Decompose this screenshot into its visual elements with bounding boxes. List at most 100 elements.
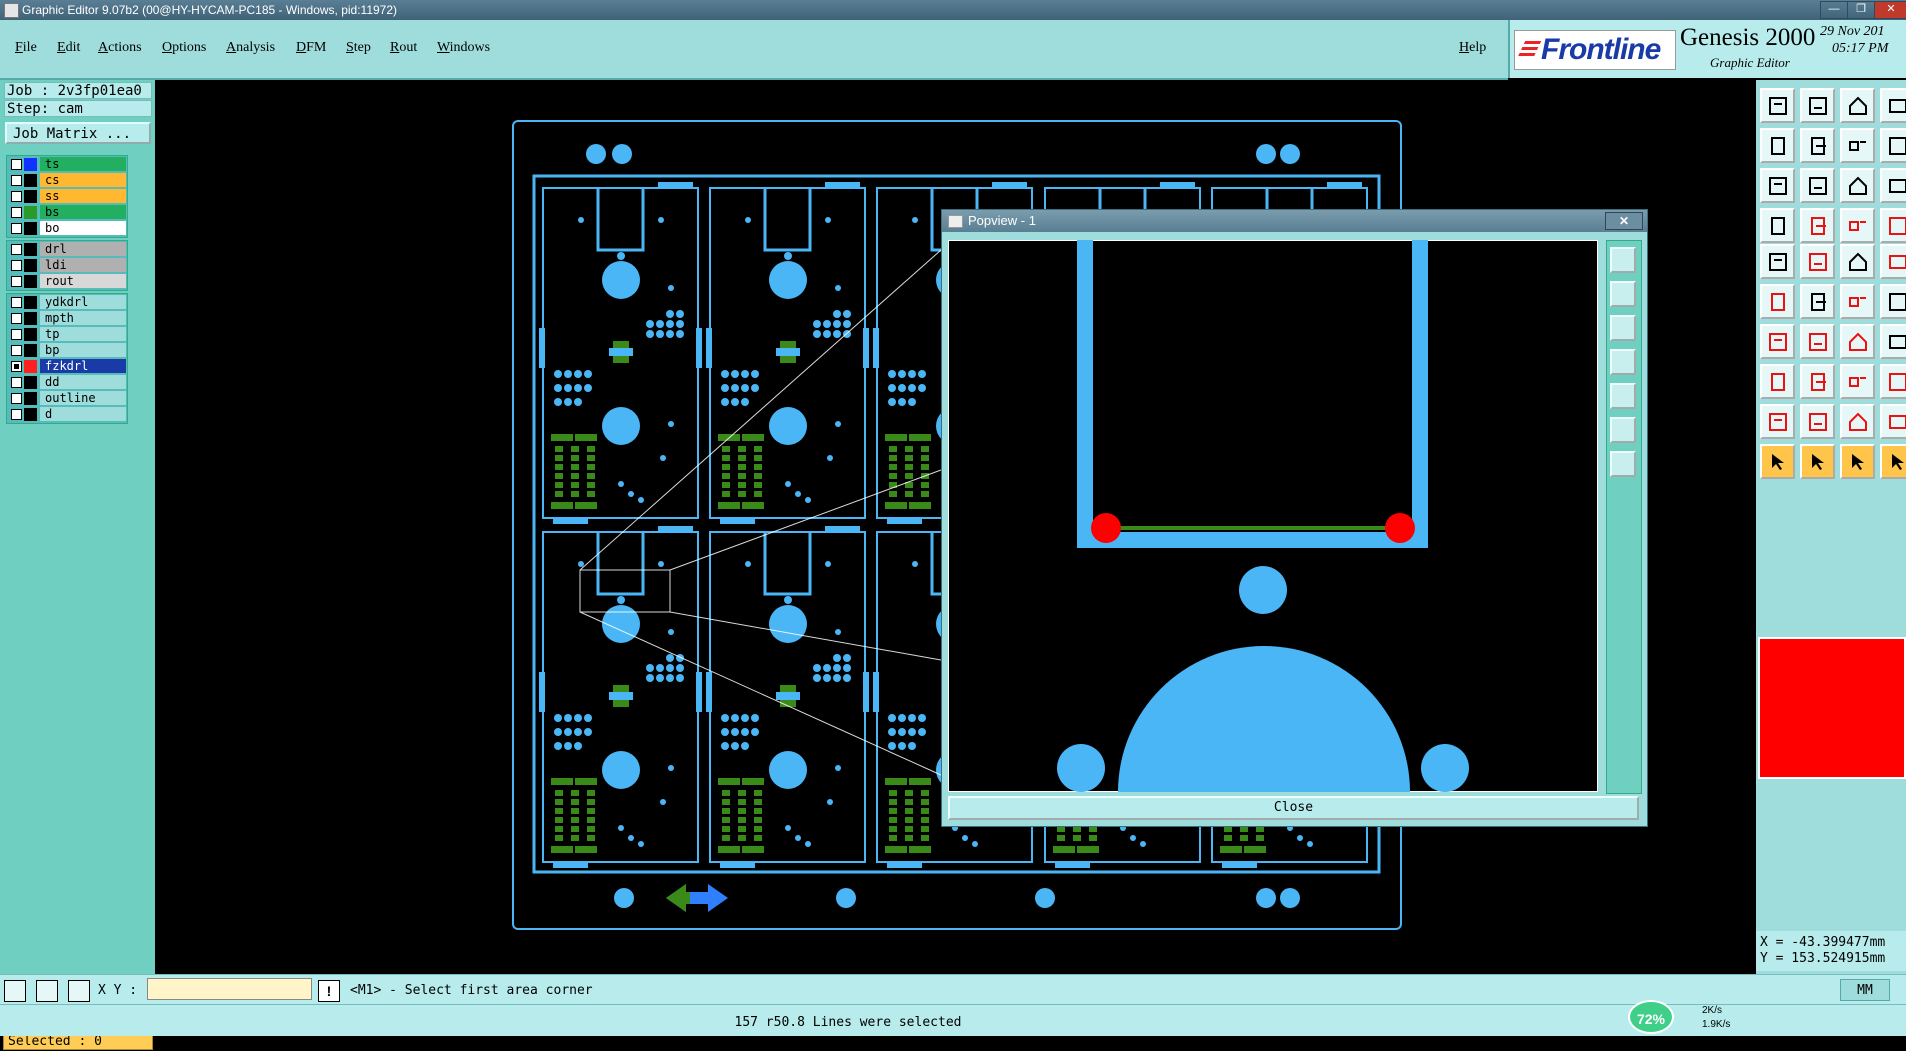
network-meter[interactable]: 72% [1628,1000,1674,1034]
layer-color-swatch[interactable] [24,222,37,235]
layer-row-ldi[interactable]: ldi [7,258,127,273]
layer-row-ss[interactable]: ss [7,189,127,204]
measure-red-icon[interactable] [1840,208,1875,243]
layer-color-swatch[interactable] [24,174,37,187]
triangle3-icon[interactable] [1840,404,1875,439]
menu-help[interactable]: Help [1459,40,1486,56]
half-icon[interactable] [1840,128,1875,163]
layer-checkbox[interactable] [11,244,22,255]
layer-color-swatch[interactable] [24,275,37,288]
layer-up-icon[interactable] [1760,88,1795,123]
zoom-fit-icon[interactable] [1760,168,1795,203]
menu-dfm[interactable]: DFM [296,40,326,56]
menu-actions[interactable]: Actions [98,40,142,56]
snap-mode-icon[interactable] [4,980,26,1002]
h-line-icon[interactable] [1800,364,1835,399]
layer-color-swatch[interactable] [24,376,37,389]
layer-checkbox[interactable] [11,175,22,186]
feature-icon[interactable] [1800,208,1835,243]
close-window-button[interactable]: ✕ [1874,1,1906,19]
xy-input[interactable] [147,978,312,1000]
popview-close-button[interactable]: Close [948,796,1639,820]
menu-windows[interactable]: Windows [437,40,490,56]
menu-options[interactable]: Options [162,40,206,56]
select-arrow4-icon[interactable] [1880,444,1906,479]
zoom-center-icon[interactable] [1800,168,1835,203]
popview-pan-up-icon[interactable] [1610,281,1636,307]
layer-color-swatch[interactable] [24,190,37,203]
layer-name[interactable]: ldi [40,258,126,272]
layer-name[interactable]: cs [40,173,126,187]
select-arrow3-icon[interactable] [1840,444,1875,479]
layer-name[interactable]: rout [40,274,126,288]
fit-icon[interactable] [1880,128,1906,163]
layer-row-d[interactable]: d [7,407,127,422]
popview-pan-right-icon[interactable] [1610,383,1636,409]
select-arrow-icon[interactable] [1760,444,1795,479]
layer-row-outline[interactable]: outline [7,391,127,406]
cross-icon[interactable] [1800,284,1835,319]
layer-checkbox[interactable] [11,223,22,234]
layer-name[interactable]: ydkdrl [40,295,126,309]
layer-row-bo[interactable]: bo [7,221,127,236]
triangle2-icon[interactable] [1800,404,1835,439]
prev-icon[interactable] [1760,128,1795,163]
layer-row-bp[interactable]: bp [7,343,127,358]
move-pad-icon[interactable] [1760,364,1795,399]
layer-checkbox[interactable] [11,159,22,170]
diag-line2-icon[interactable] [1800,324,1835,359]
layer-checkbox[interactable] [11,276,22,287]
popview-pan-left-icon[interactable] [1610,349,1636,375]
alert-icon[interactable]: ! [318,980,340,1002]
arc-line-icon[interactable] [1840,284,1875,319]
rotate-icon[interactable] [1760,208,1795,243]
pad-graph-icon[interactable] [1760,284,1795,319]
layer-name[interactable]: drl [40,242,126,256]
layer-color-swatch[interactable] [24,243,37,256]
triangle-icon[interactable] [1760,404,1795,439]
triangle4-icon[interactable] [1880,404,1906,439]
layer-row-drl[interactable]: drl [7,242,127,257]
popview-close-x-button[interactable]: ✕ [1605,212,1643,230]
layer-row-fzkdrl[interactable]: fzkdrl [7,359,127,374]
next-icon[interactable] [1800,128,1835,163]
snap-red-icon[interactable] [1880,208,1906,243]
layer-color-swatch[interactable] [24,206,37,219]
popview-canvas[interactable] [948,240,1598,792]
menu-file[interactable]: File [15,40,37,56]
poly-icon[interactable] [1880,364,1906,399]
layer-color-swatch[interactable] [24,392,37,405]
net-icon[interactable] [1880,284,1906,319]
diag-line-icon[interactable] [1760,324,1795,359]
layer-color-swatch[interactable] [24,360,37,373]
layer-color-swatch[interactable] [24,296,37,309]
layer-name[interactable]: ss [40,189,126,203]
popview-zoom-out-icon[interactable] [1610,451,1636,477]
layer-row-ts[interactable]: ts [7,157,127,172]
menu-edit[interactable]: Edit [57,40,80,56]
minimize-button[interactable]: — [1820,1,1848,19]
layer-checkbox[interactable] [11,377,22,388]
layer-row-cs[interactable]: cs [7,173,127,188]
layer-checkbox[interactable] [11,313,22,324]
panel-icon[interactable] [1880,88,1906,123]
layer-name[interactable]: tp [40,327,126,341]
line-red-icon[interactable] [1800,244,1835,279]
menu-analysis[interactable]: Analysis [226,40,275,56]
layer-row-mpth[interactable]: mpth [7,311,127,326]
home-icon[interactable] [1840,88,1875,123]
select-arrow2-icon[interactable] [1800,444,1835,479]
maximize-button[interactable]: ❐ [1847,1,1875,19]
layer-name[interactable]: outline [40,391,126,405]
layer-checkbox[interactable] [11,191,22,202]
menu-step[interactable]: Step [346,40,371,56]
layer-name[interactable]: fzkdrl [40,359,126,373]
layer-checkbox[interactable] [11,329,22,340]
layer-name[interactable]: dd [40,375,126,389]
units-toggle[interactable]: MM [1840,979,1890,1001]
menu-rout[interactable]: Rout [390,40,417,56]
layer-name[interactable]: bp [40,343,126,357]
layer-row-bs[interactable]: bs [7,205,127,220]
layer-checkbox[interactable] [11,393,22,404]
layer-row-ydkdrl[interactable]: ydkdrl [7,295,127,310]
